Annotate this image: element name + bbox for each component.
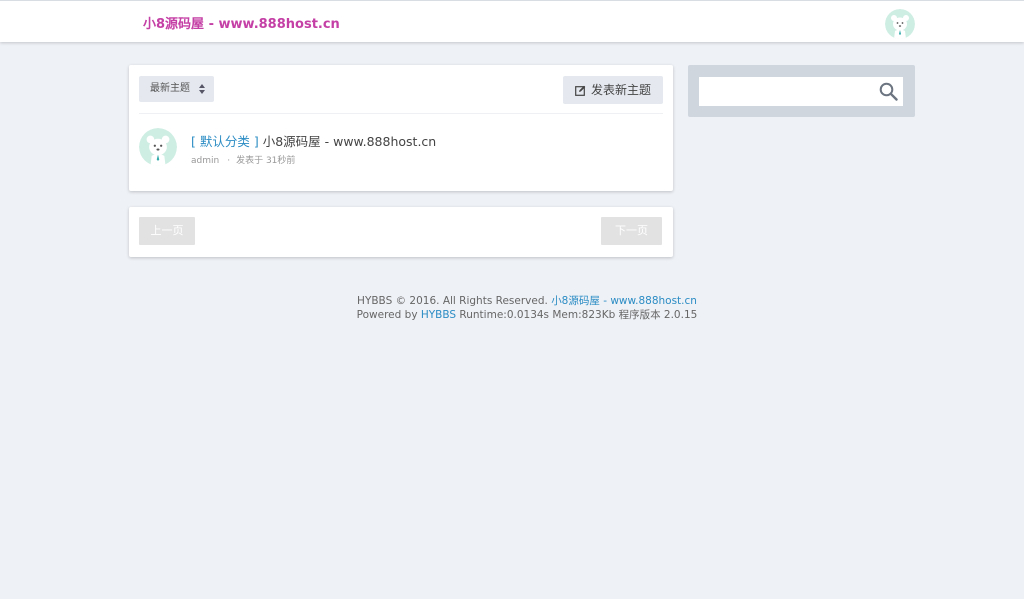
sort-label: 最新主题 xyxy=(150,83,190,94)
site-brand-link[interactable]: 小8源码屋 - www.888host.cn xyxy=(143,13,340,32)
next-page-button[interactable]: 下一页 xyxy=(601,217,662,245)
footer-runtime: Runtime:0.0134s Mem:823Kb 程序版本 2.0.15 xyxy=(459,309,698,321)
post-title-link[interactable]: 小8源码屋 - www.888host.cn xyxy=(263,134,437,149)
search-panel xyxy=(688,65,915,117)
edit-icon xyxy=(575,85,586,96)
sort-caret-icon xyxy=(199,84,205,94)
footer-line-2: Powered by HYBBS Runtime:0.0134s Mem:823… xyxy=(0,308,1024,322)
post-title: [ 默认分类 ] 小8源码屋 - www.888host.cn xyxy=(191,131,436,150)
post-meta: admin · 发表于 31秒前 xyxy=(191,153,295,166)
post-category-link[interactable]: [ 默认分类 ] xyxy=(191,134,259,149)
pagination-card: 上一页 下一页 xyxy=(129,207,673,257)
search-icon[interactable] xyxy=(879,82,898,101)
prev-page-button[interactable]: 上一页 xyxy=(139,217,195,245)
footer-copyright: HYBBS © 2016. All Rights Reserved. xyxy=(357,295,548,307)
topic-list-card: 最新主题 发表新主题 [ 默认分类] 小8源码屋 - www.888host.… xyxy=(129,65,673,191)
sort-dropdown[interactable]: 最新主题 xyxy=(139,76,214,102)
divider xyxy=(139,113,663,114)
footer-line-1: HYBBS © 2016. All Rights Reserved. 小8源码屋… xyxy=(0,294,1024,308)
new-topic-button[interactable]: 发表新主题 xyxy=(563,76,663,104)
new-topic-label: 发表新主题 xyxy=(591,83,652,97)
post-time: 发表于 31秒前 xyxy=(236,156,296,166)
search-input[interactable] xyxy=(699,77,903,106)
footer-powered-by: Powered by xyxy=(356,309,418,321)
top-navbar: 小8源码屋 - www.888host.cn xyxy=(0,0,1024,42)
post-author-link[interactable]: admin xyxy=(191,156,219,166)
footer-hybbs-link[interactable]: HYBBS xyxy=(421,309,456,321)
footer-site-link[interactable]: 小8源码屋 - www.888host.cn xyxy=(551,295,697,307)
user-avatar-icon[interactable] xyxy=(885,9,915,39)
author-avatar-icon[interactable] xyxy=(139,128,177,166)
meta-separator: · xyxy=(227,156,231,166)
page-footer: HYBBS © 2016. All Rights Reserved. 小8源码屋… xyxy=(0,294,1024,322)
